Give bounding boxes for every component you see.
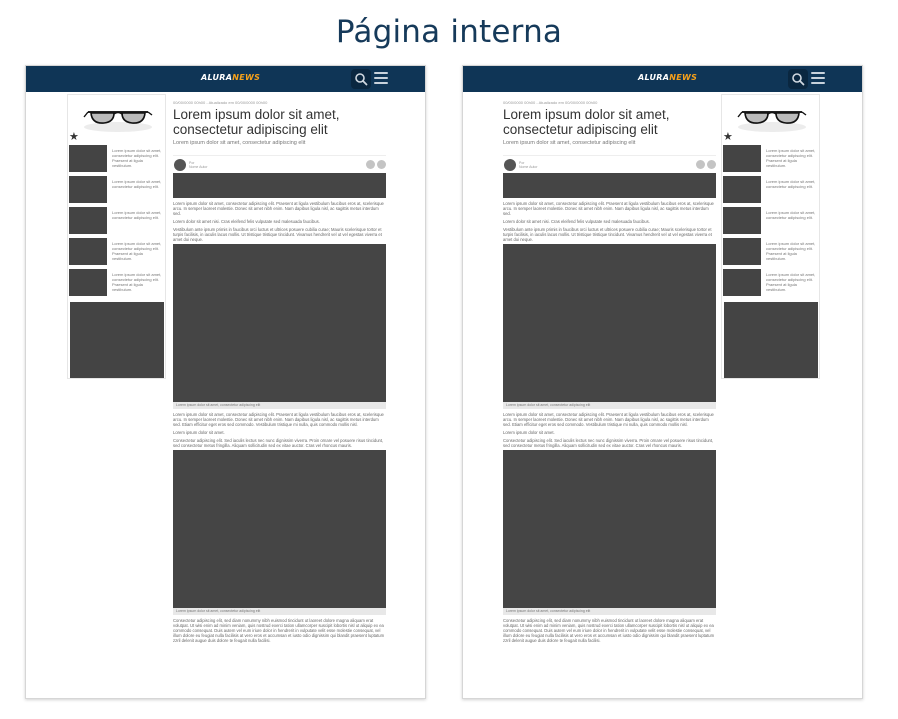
avatar[interactable]: [174, 159, 186, 171]
facebook-icon[interactable]: [366, 160, 375, 169]
site-header: ALURANEWS: [26, 66, 425, 92]
site-logo[interactable]: ALURANEWS: [201, 73, 260, 82]
article-subtitle: Lorem ipsum dolor sit amet, consectetur …: [503, 140, 636, 146]
article: 00/00/0000 00h00 - Atualizado em 00/00/0…: [173, 100, 386, 643]
banner-placeholder: [173, 173, 386, 198]
sidebar-ad-placeholder[interactable]: [724, 302, 818, 378]
image-caption: Lorem ipsum dolor sit amet, consectetur …: [503, 608, 716, 615]
sidebar-item-text: Lorem ipsum dolor sit amet, consectetur …: [112, 272, 162, 292]
sidebar-news-item[interactable]: Lorem ipsum dolor sit amet, consectetur …: [723, 269, 819, 296]
sidebar-item-text: Lorem ipsum dolor sit amet, consectetur …: [766, 241, 816, 261]
avatar[interactable]: [504, 159, 516, 171]
page-heading: Página interna: [335, 14, 563, 50]
site-header: ALURANEWS: [463, 66, 862, 92]
sidebar-item-text: Lorem ipsum dolor sit amet, consectetur …: [766, 179, 816, 189]
article-paragraph: Lorem ipsum dolor sit amet.: [503, 430, 555, 435]
image-caption: Lorem ipsum dolor sit amet, consectetur …: [173, 608, 386, 615]
article-paragraph: Consectetur adipiscing elit, sed diam no…: [503, 618, 715, 643]
article: 00/00/0000 00h00 - Atualizado em 00/00/0…: [503, 100, 716, 643]
twitter-icon[interactable]: [707, 160, 716, 169]
thumbnail: [723, 207, 761, 234]
sidebar-item-text: Lorem ipsum dolor sit amet, consectetur …: [112, 241, 162, 261]
sidebar-item-text: Lorem ipsum dolor sit amet, consectetur …: [766, 210, 816, 220]
sidebar-item-text: Lorem ipsum dolor sit amet, consectetur …: [766, 272, 816, 292]
sidebar: ★ Lorem ipsum dolor sit amet, consectetu…: [721, 94, 820, 379]
image-placeholder: [503, 450, 716, 608]
thumbnail: [723, 269, 761, 296]
thumbnail: [69, 207, 107, 234]
twitter-icon[interactable]: [377, 160, 386, 169]
mockup-sidebar-right: ALURANEWS 00/00/0000 00h00 - Atualizado …: [462, 65, 863, 699]
thumbnail: [723, 145, 761, 172]
article-paragraph: Lorem dolor sit amet nisi. Cras eleifend…: [503, 219, 650, 224]
search-icon[interactable]: [788, 69, 808, 89]
image-placeholder: [173, 244, 386, 402]
glasses-image: [737, 111, 807, 132]
sidebar-item-text: Lorem ipsum dolor sit amet, consectetur …: [766, 148, 816, 168]
sidebar-news-item[interactable]: Lorem ipsum dolor sit amet, consectetur …: [69, 269, 165, 296]
article-paragraph: Lorem dolor sit amet nisi. Cras eleifend…: [173, 219, 320, 224]
article-subtitle: Lorem ipsum dolor sit amet, consectetur …: [173, 140, 306, 146]
image-placeholder: [503, 244, 716, 402]
thumbnail: [723, 176, 761, 203]
sidebar: ★ Lorem ipsum dolor sit amet, consectetu…: [67, 94, 166, 379]
article-paragraph: Lorem ipsum dolor sit amet, consectetur …: [503, 412, 714, 427]
image-placeholder: [173, 450, 386, 608]
hamburger-menu-icon[interactable]: [374, 72, 388, 86]
thumbnail: [69, 238, 107, 265]
article-paragraph: Consectetur adipiscing elit. Sed iaculis…: [173, 438, 384, 448]
sidebar-news-item[interactable]: Lorem ipsum dolor sit amet, consectetur …: [723, 145, 819, 172]
hamburger-menu-icon[interactable]: [811, 72, 825, 86]
image-caption: Lorem ipsum dolor sit amet, consectetur …: [503, 402, 716, 409]
article-paragraph: Lorem ipsum dolor sit amet, consectetur …: [173, 201, 384, 216]
author-row: Por Nome Autor: [173, 155, 386, 171]
article-paragraph: Lorem ipsum dolor sit amet.: [173, 430, 225, 435]
thumbnail: [69, 176, 107, 203]
author-name: Por Nome Autor: [189, 161, 208, 169]
article-paragraph: Lorem ipsum dolor sit amet, consectetur …: [173, 412, 384, 427]
author-row: Por Nome Autor: [503, 155, 716, 171]
article-paragraph: Consectetur adipiscing elit. Sed iaculis…: [503, 438, 714, 448]
sidebar-news-item[interactable]: Lorem ipsum dolor sit amet, consectetur …: [69, 207, 165, 234]
sidebar-item-text: Lorem ipsum dolor sit amet, consectetur …: [112, 148, 162, 168]
sidebar-news-item[interactable]: Lorem ipsum dolor sit amet, consectetur …: [69, 238, 165, 265]
site-logo[interactable]: ALURANEWS: [638, 73, 697, 82]
sidebar-ad-placeholder[interactable]: [70, 302, 164, 378]
sidebar-item-text: Lorem ipsum dolor sit amet, consectetur …: [112, 179, 162, 189]
sidebar-news-item[interactable]: Lorem ipsum dolor sit amet, consectetur …: [723, 238, 819, 265]
article-paragraph: Vestibulum ante ipsum primis in faucibus…: [173, 227, 382, 242]
thumbnail: [69, 145, 107, 172]
thumbnail: [69, 269, 107, 296]
sidebar-news-item[interactable]: Lorem ipsum dolor sit amet, consectetur …: [69, 176, 165, 203]
sidebar-news-item[interactable]: Lorem ipsum dolor sit amet, consectetur …: [69, 145, 165, 172]
article-meta: 00/00/0000 00h00 - Atualizado em 00/00/0…: [503, 100, 598, 105]
article-title: Lorem ipsum dolor sit amet, consectetur …: [173, 107, 340, 137]
sidebar-news-item[interactable]: Lorem ipsum dolor sit amet, consectetur …: [723, 176, 819, 203]
star-icon[interactable]: ★: [723, 132, 733, 143]
star-icon[interactable]: ★: [69, 132, 79, 143]
article-meta: 00/00/0000 00h00 - Atualizado em 00/00/0…: [173, 100, 268, 105]
article-title: Lorem ipsum dolor sit amet, consectetur …: [503, 107, 670, 137]
thumbnail: [723, 238, 761, 265]
facebook-icon[interactable]: [696, 160, 705, 169]
glasses-image: [83, 111, 153, 132]
banner-placeholder: [503, 173, 716, 198]
author-name: Por Nome Autor: [519, 161, 538, 169]
article-paragraph: Lorem ipsum dolor sit amet, consectetur …: [503, 201, 714, 216]
image-caption: Lorem ipsum dolor sit amet, consectetur …: [173, 402, 386, 409]
article-paragraph: Vestibulum ante ipsum primis in faucibus…: [503, 227, 712, 242]
article-paragraph: Consectetur adipiscing elit, sed diam no…: [173, 618, 385, 643]
search-icon[interactable]: [351, 69, 371, 89]
mockup-sidebar-left: ALURANEWS ★ Lorem ipsum dolor sit amet, …: [25, 65, 426, 699]
sidebar-news-item[interactable]: Lorem ipsum dolor sit amet, consectetur …: [723, 207, 819, 234]
sidebar-item-text: Lorem ipsum dolor sit amet, consectetur …: [112, 210, 162, 220]
